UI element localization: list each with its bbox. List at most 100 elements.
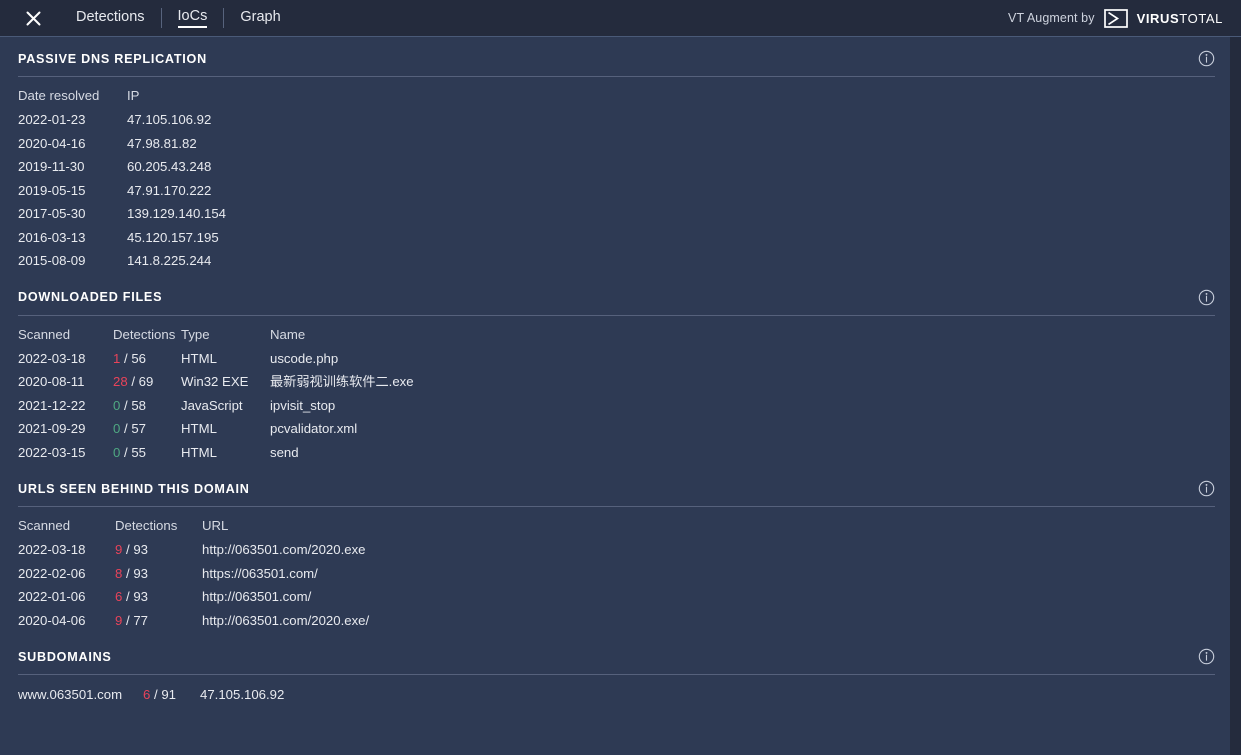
detection-total: / 77 <box>126 613 148 628</box>
cell-date: 2019-05-15 <box>18 182 127 206</box>
table-row[interactable]: 2020-04-06 9 / 77 http://063501.com/2020… <box>18 612 802 636</box>
cell-scanned: 2021-12-22 <box>18 397 113 421</box>
detection-count: 0 <box>113 421 120 436</box>
tab-graph[interactable]: Graph <box>224 0 296 36</box>
column-header-name: Name <box>270 327 770 350</box>
cell-date: 2020-04-16 <box>18 135 127 159</box>
detection-total: / 91 <box>154 687 176 702</box>
table-row[interactable]: 2015-08-09 141.8.225.244 <box>18 252 527 276</box>
info-icon[interactable] <box>1198 480 1215 497</box>
cell-date: 2022-01-23 <box>18 111 127 135</box>
tab-iocs[interactable]: IoCs <box>162 0 224 36</box>
scrollbar-gutter[interactable] <box>1230 37 1241 755</box>
section-passive-dns: PASSIVE DNS REPLICATION Date resolved IP… <box>18 37 1215 276</box>
detection-count: 9 <box>115 542 122 557</box>
section-header: URLS SEEN BEHIND THIS DOMAIN <box>18 480 1215 507</box>
subdomains-rows: www.063501.com 6 / 91 47.105.106.92 <box>18 686 500 710</box>
ioc-content-panel: PASSIVE DNS REPLICATION Date resolved IP… <box>0 37 1241 755</box>
table-row[interactable]: 2020-08-11 28 / 69 Win32 EXE 最新弱视训练软件二.e… <box>18 373 770 397</box>
subdomains-table: www.063501.com 6 / 91 47.105.106.92 <box>18 686 500 710</box>
cell-ip: 47.105.106.92 <box>127 111 527 135</box>
cell-type: Win32 EXE <box>181 373 270 397</box>
section-title-downloaded-files: DOWNLOADED FILES <box>18 290 162 304</box>
detection-count: 9 <box>115 613 122 628</box>
table-row[interactable]: www.063501.com 6 / 91 47.105.106.92 <box>18 686 500 710</box>
cell-ip: 45.120.157.195 <box>127 229 527 253</box>
cell-scanned: 2020-08-11 <box>18 373 113 397</box>
table-row[interactable]: 2022-01-06 6 / 93 http://063501.com/ <box>18 588 802 612</box>
detection-total: / 93 <box>126 542 148 557</box>
detection-total: / 56 <box>124 351 146 366</box>
cell-scanned: 2022-03-15 <box>18 444 113 468</box>
cell-name: uscode.php <box>270 350 770 374</box>
table-row[interactable]: 2022-03-15 0 / 55 HTML send <box>18 444 770 468</box>
passive-dns-table: Date resolved IP 2022-01-23 47.105.106.9… <box>18 88 527 276</box>
table-row[interactable]: 2022-03-18 1 / 56 HTML uscode.php <box>18 350 770 374</box>
section-header: PASSIVE DNS REPLICATION <box>18 50 1215 77</box>
tab-iocs-label: IoCs <box>178 8 208 28</box>
cell-date: 2017-05-30 <box>18 205 127 229</box>
info-icon[interactable] <box>1198 648 1215 665</box>
top-bar: Detections IoCs Graph VT Augment by VIRU… <box>0 0 1241 37</box>
table-row[interactable]: 2022-03-18 9 / 93 http://063501.com/2020… <box>18 541 802 565</box>
cell-detections: 9 / 77 <box>115 612 202 636</box>
detection-count: 0 <box>113 445 120 460</box>
detection-count: 8 <box>115 566 122 581</box>
cell-detections: 0 / 57 <box>113 420 181 444</box>
table-row[interactable]: 2019-05-15 47.91.170.222 <box>18 182 527 206</box>
cell-name: 最新弱视训练软件二.exe <box>270 373 770 397</box>
section-subdomains: SUBDOMAINS www.063501.com 6 / 91 47.105.… <box>18 635 1215 710</box>
column-header-scanned: Scanned <box>18 327 113 350</box>
section-title-subdomains: SUBDOMAINS <box>18 650 112 664</box>
detection-total: / 55 <box>124 445 146 460</box>
cell-ip: 47.105.106.92 <box>200 686 500 710</box>
info-icon[interactable] <box>1198 289 1215 306</box>
cell-date: 2015-08-09 <box>18 252 127 276</box>
table-row[interactable]: 2022-02-06 8 / 93 https://063501.com/ <box>18 565 802 589</box>
table-row[interactable]: 2020-04-16 47.98.81.82 <box>18 135 527 159</box>
table-row[interactable]: 2019-11-30 60.205.43.248 <box>18 158 527 182</box>
column-header-detections: Detections <box>115 518 202 541</box>
section-header: SUBDOMAINS <box>18 648 1215 675</box>
brand: VT Augment by VIRUSTOTAL <box>1008 0 1223 36</box>
close-button[interactable] <box>20 5 46 31</box>
cell-url: https://063501.com/ <box>202 565 802 589</box>
section-downloaded-files: DOWNLOADED FILES Scanned Detections Type… <box>18 276 1215 468</box>
cell-ip: 47.98.81.82 <box>127 135 527 159</box>
cell-url: http://063501.com/2020.exe <box>202 541 802 565</box>
column-header-ip: IP <box>127 88 527 111</box>
table-row[interactable]: 2016-03-13 45.120.157.195 <box>18 229 527 253</box>
cell-ip: 139.129.140.154 <box>127 205 527 229</box>
cell-scanned: 2021-09-29 <box>18 420 113 444</box>
table-row[interactable]: 2022-01-23 47.105.106.92 <box>18 111 527 135</box>
cell-name: send <box>270 444 770 468</box>
cell-name: pcvalidator.xml <box>270 420 770 444</box>
cell-detections: 1 / 56 <box>113 350 181 374</box>
table-row[interactable]: 2021-09-29 0 / 57 HTML pcvalidator.xml <box>18 420 770 444</box>
cell-type: JavaScript <box>181 397 270 421</box>
tab-graph-label: Graph <box>240 9 280 27</box>
cell-type: HTML <box>181 350 270 374</box>
detection-count: 0 <box>113 398 120 413</box>
table-header-row: Scanned Detections Type Name <box>18 327 770 350</box>
cell-type: HTML <box>181 420 270 444</box>
cell-ip: 47.91.170.222 <box>127 182 527 206</box>
cell-ip: 60.205.43.248 <box>127 158 527 182</box>
brand-prefix-label: VT Augment by <box>1008 11 1095 25</box>
cell-detections: 8 / 93 <box>115 565 202 589</box>
detection-total: / 57 <box>124 421 146 436</box>
tab-detections[interactable]: Detections <box>60 0 161 36</box>
cell-detections: 0 / 55 <box>113 444 181 468</box>
table-row[interactable]: 2017-05-30 139.129.140.154 <box>18 205 527 229</box>
table-row[interactable]: 2021-12-22 0 / 58 JavaScript ipvisit_sto… <box>18 397 770 421</box>
cell-detections: 0 / 58 <box>113 397 181 421</box>
cell-type: HTML <box>181 444 270 468</box>
detection-total: / 93 <box>126 589 148 604</box>
section-title-urls: URLS SEEN BEHIND THIS DOMAIN <box>18 482 250 496</box>
cell-scanned: 2022-02-06 <box>18 565 115 589</box>
cell-url: http://063501.com/ <box>202 588 802 612</box>
column-header-scanned: Scanned <box>18 518 115 541</box>
info-icon[interactable] <box>1198 50 1215 67</box>
cell-detections: 9 / 93 <box>115 541 202 565</box>
tab-detections-label: Detections <box>76 9 145 27</box>
